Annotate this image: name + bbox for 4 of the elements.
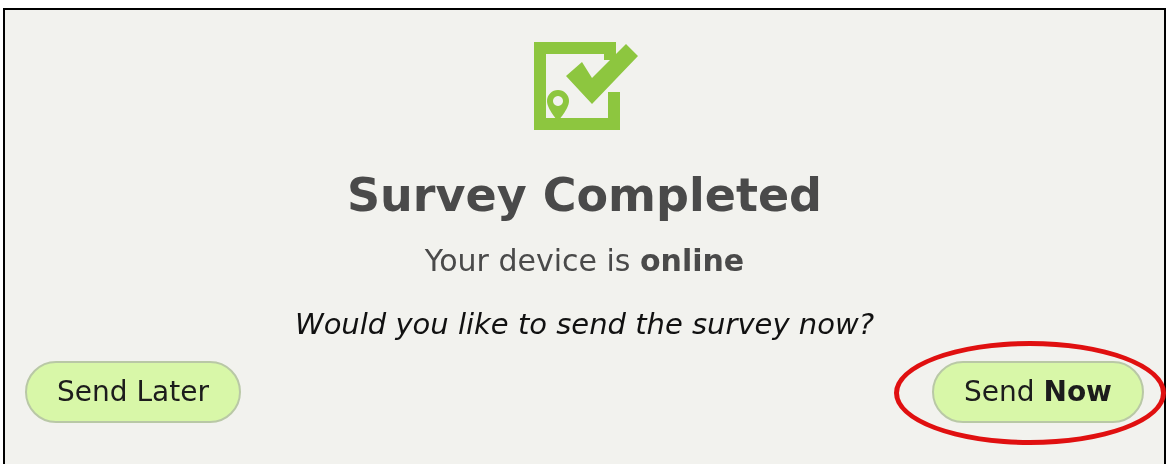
device-status-text: Your device is online bbox=[424, 246, 745, 276]
question-text: Would you like to send the survey now? bbox=[294, 310, 875, 339]
send-button[interactable]: Send Now bbox=[932, 361, 1144, 423]
send-button[interactable]: Send Later bbox=[25, 361, 241, 423]
